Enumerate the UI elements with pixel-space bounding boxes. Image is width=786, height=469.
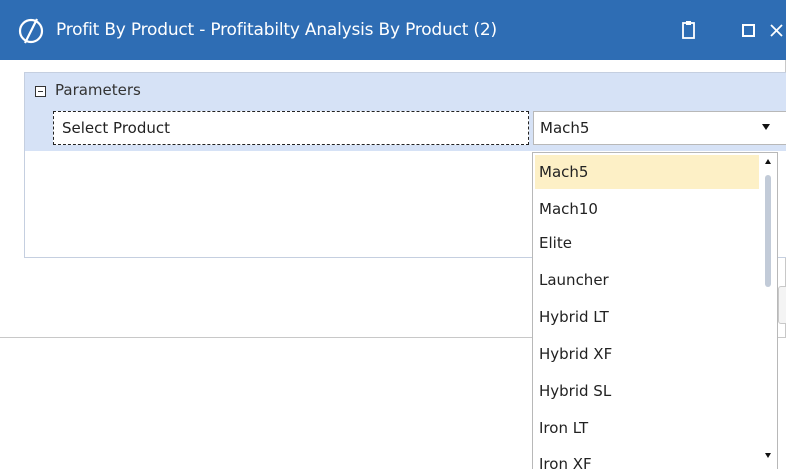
app-logo-icon (18, 18, 44, 44)
collapse-minus-icon[interactable] (35, 86, 46, 97)
scroll-up-arrow-icon[interactable] (765, 159, 771, 164)
title-bar: Profit By Product - Profitabilty Analysi… (0, 0, 786, 60)
dropdown-option-iron-lt[interactable]: Iron LT (535, 411, 759, 445)
product-select[interactable]: Mach5 (533, 111, 786, 145)
scrollbar-thumb[interactable] (765, 175, 771, 287)
parameters-title: Parameters (55, 81, 141, 99)
dropdown-option-hybrid-lt[interactable]: Hybrid LT (535, 300, 759, 334)
dropdown-option-elite[interactable]: Elite (535, 226, 759, 260)
dropdown-option-launcher[interactable]: Launcher (535, 263, 759, 297)
scroll-down-arrow-icon[interactable] (765, 453, 771, 458)
footer-button[interactable] (778, 286, 786, 324)
chevron-down-icon[interactable] (762, 124, 770, 130)
product-dropdown-list[interactable]: Mach5 Mach10 Elite Launcher Hybrid LT Hy… (532, 152, 778, 469)
select-product-label: Select Product (62, 119, 170, 137)
close-icon[interactable] (768, 20, 786, 40)
window-title: Profit By Product - Profitabilty Analysi… (56, 20, 497, 40)
dropdown-option-iron-xf[interactable]: Iron XF (535, 447, 759, 469)
dropdown-scrollbar[interactable] (761, 153, 777, 469)
select-product-label-cell: Select Product (53, 111, 529, 145)
product-select-value: Mach5 (540, 119, 590, 137)
maximize-icon[interactable] (740, 20, 758, 40)
dropdown-option-hybrid-sl[interactable]: Hybrid SL (535, 374, 759, 408)
dropdown-option-hybrid-xf[interactable]: Hybrid XF (535, 337, 759, 371)
parameters-header: Parameters Select Product Mach5 (25, 73, 786, 151)
dropdown-option-mach10[interactable]: Mach10 (535, 192, 759, 226)
clipboard-icon[interactable] (680, 20, 698, 40)
dropdown-option-mach5[interactable]: Mach5 (535, 155, 759, 189)
